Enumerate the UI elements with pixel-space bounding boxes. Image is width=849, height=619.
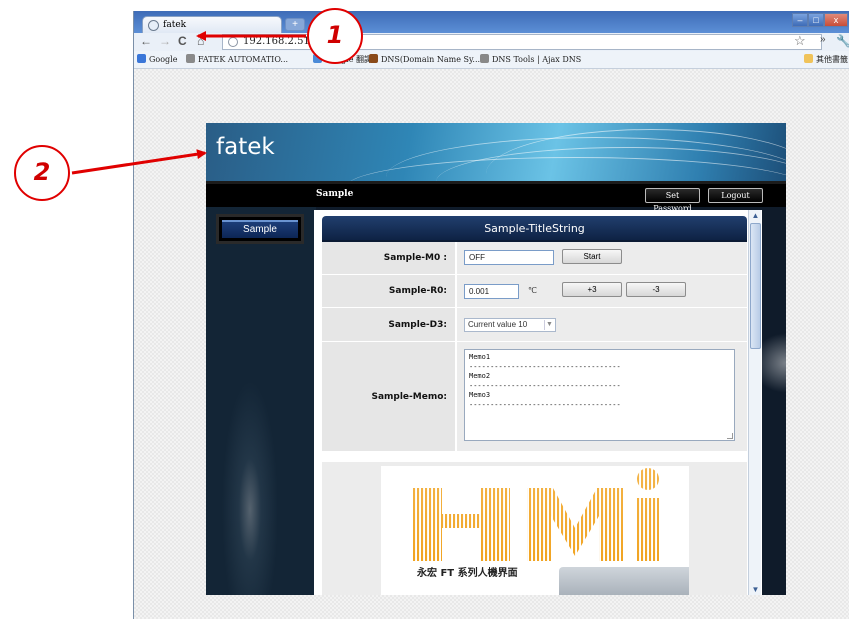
callout-1: 1: [307, 8, 363, 64]
annotated-screenshot: fatek + – □ x ← → C ⌂ 192.168.2.51 ☆ » 🔧…: [0, 0, 849, 619]
annotation-arrows: [71, 31, 306, 175]
callout-2: 2: [14, 145, 70, 201]
arrow-2: [71, 149, 207, 175]
